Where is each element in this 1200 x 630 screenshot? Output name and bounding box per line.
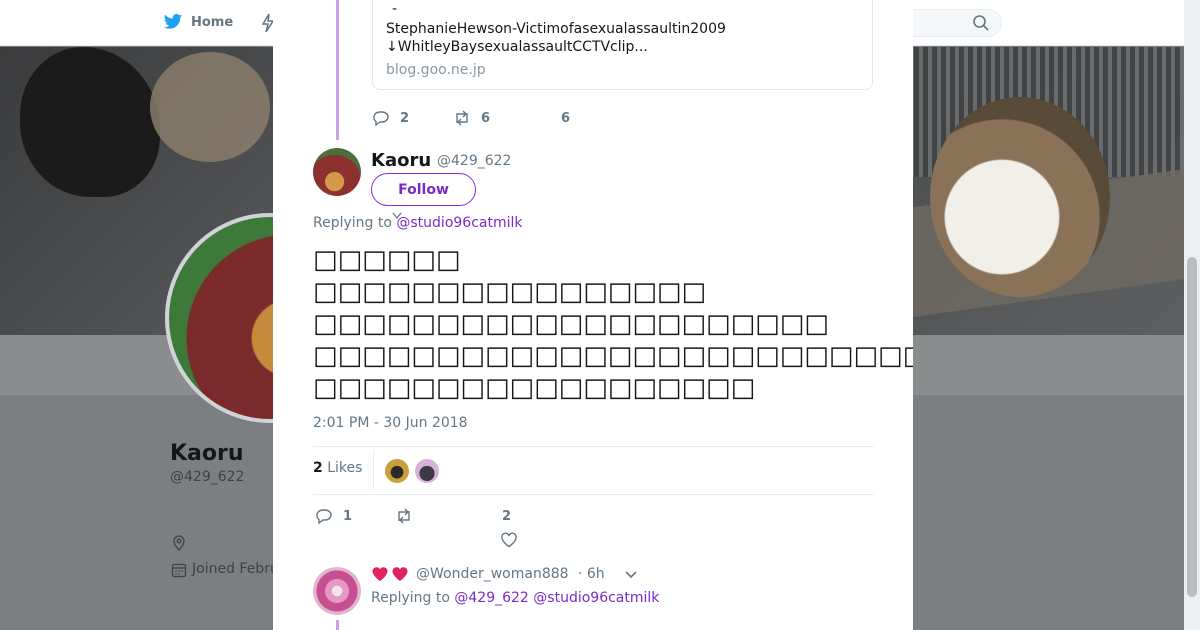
like-button[interactable] — [500, 531, 518, 549]
reply-replying-prefix: Replying to — [371, 590, 450, 606]
nav-home[interactable]: Home — [163, 12, 233, 32]
parent-reply-button[interactable]: 2 — [372, 109, 409, 127]
reply-icon — [373, 111, 389, 127]
parent-retweet-count: 6 — [481, 110, 491, 126]
likes-count: 2 — [313, 460, 323, 476]
replying-to-line: Replying to @studio96catmilk — [313, 215, 523, 231]
parent-reply-count: 2 — [400, 110, 410, 126]
reply-count: 1 — [343, 508, 353, 524]
card-dash: - — [392, 1, 398, 17]
retweet-icon — [456, 110, 468, 126]
search-icon[interactable] — [972, 14, 990, 32]
thread-line — [336, 620, 339, 630]
retweet-icon — [398, 508, 410, 524]
tweet-text: □□□□□□ □□□□□□□□□□□□□□□□ □□□□□□□□□□□□□□□□… — [313, 245, 913, 403]
scrollbar-thumb[interactable] — [1187, 257, 1197, 597]
close-icon[interactable] — [1155, 13, 1177, 35]
reply-author-avatar[interactable] — [313, 567, 361, 615]
parent-retweet-button[interactable]: 6 — [453, 109, 490, 127]
reply-mention[interactable]: @429_622 — [454, 590, 528, 606]
parent-like-button[interactable]: 6 — [561, 111, 570, 126]
card-description: ↓WhitleyBaysexualassaultCCTVclip... — [386, 39, 648, 55]
nav-home-label: Home — [191, 14, 234, 30]
reply-time[interactable]: · 6h — [578, 566, 605, 582]
red-heart-icon — [372, 567, 388, 581]
divider — [313, 494, 874, 495]
reply-mention[interactable]: @studio96catmilk — [533, 590, 659, 606]
likes-label: Likes — [327, 460, 363, 476]
profile-handle: @429_622 — [170, 469, 245, 485]
reply-replying-to-line: Replying to @429_622 @studio96catmilk — [371, 590, 659, 606]
author-handle[interactable]: @429_622 — [437, 153, 511, 169]
link-preview-card[interactable]: - StephanieHewson-Victimofasexualassault… — [372, 0, 873, 90]
heart-icon — [501, 532, 517, 548]
likes-stat[interactable]: 2 Likes — [313, 460, 362, 476]
like-count: 2 — [502, 509, 512, 524]
reply-author-display-name[interactable] — [371, 565, 409, 583]
replying-to-mention[interactable]: @studio96catmilk — [396, 215, 522, 231]
red-heart-icon — [392, 567, 408, 581]
liker-avatar[interactable] — [415, 459, 439, 483]
author-name[interactable]: Kaoru — [371, 150, 431, 171]
profile-joined-date: Joined Febru — [192, 561, 279, 577]
calendar-icon — [171, 563, 187, 578]
reply-author-handle[interactable]: @Wonder_woman888 — [416, 566, 569, 582]
thread-line — [336, 0, 339, 140]
follow-button[interactable]: Follow — [371, 173, 476, 206]
tweet-timestamp[interactable]: 2:01 PM - 30 Jun 2018 — [313, 415, 468, 431]
tweet-modal: - StephanieHewson-Victimofasexualassault… — [273, 0, 913, 630]
card-title: StephanieHewson-Victimofasexualassaultin… — [386, 21, 726, 37]
parent-like-count: 6 — [561, 111, 571, 126]
retweet-button[interactable] — [395, 507, 423, 525]
card-url: blog.goo.ne.jp — [386, 62, 486, 78]
profile-name: Kaoru — [170, 441, 244, 466]
reply-icon — [316, 509, 332, 525]
twitter-bird-icon — [163, 14, 183, 29]
liker-avatar[interactable] — [385, 459, 409, 483]
replying-to-prefix: Replying to — [313, 215, 392, 231]
chevron-down-icon[interactable] — [624, 569, 638, 581]
likes-separator — [373, 450, 374, 490]
like-count-wrap[interactable]: 2 — [502, 509, 511, 524]
location-icon — [173, 535, 185, 551]
reply-button[interactable]: 1 — [315, 507, 352, 525]
divider — [313, 446, 874, 447]
author-avatar[interactable] — [313, 148, 361, 196]
